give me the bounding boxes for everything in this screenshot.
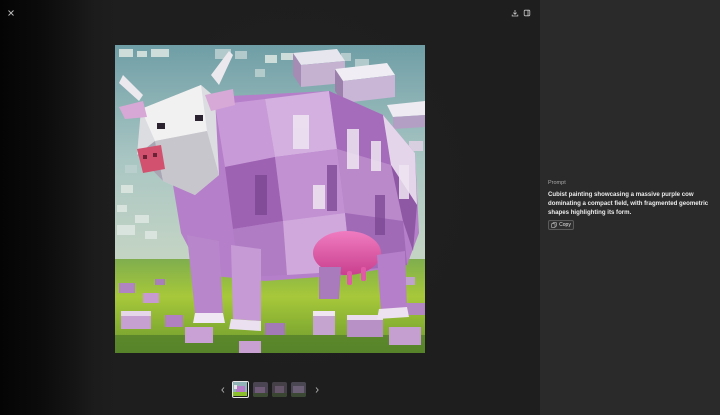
image-viewer: [0, 0, 540, 415]
previous-image-button[interactable]: [216, 383, 230, 397]
thumbnail-image: [253, 382, 268, 397]
thumbnail-3[interactable]: [272, 382, 287, 397]
thumbnail-image: [272, 382, 287, 397]
panel-toggle-button[interactable]: [520, 6, 534, 20]
thumbnail-image: [291, 382, 306, 397]
next-image-button[interactable]: [310, 383, 324, 397]
close-button[interactable]: [4, 6, 18, 20]
details-panel: Prompt Cubist painting showcasing a mass…: [540, 0, 720, 415]
prompt-text: Cubist painting showcasing a massive pur…: [548, 191, 709, 216]
thumbnail-2[interactable]: [253, 382, 268, 397]
chevron-left-icon: [221, 387, 225, 393]
thumbnail-1[interactable]: [232, 381, 249, 398]
generated-image: [115, 45, 425, 353]
close-icon: [8, 10, 14, 16]
copy-icon: [551, 222, 557, 228]
download-icon: [511, 10, 519, 17]
prompt-label: Prompt: [548, 180, 566, 186]
copy-button[interactable]: Copy: [548, 220, 574, 230]
copy-button-label: Copy: [559, 222, 571, 228]
chevron-right-icon: [315, 387, 319, 393]
panel-toggle-icon: [523, 9, 531, 17]
thumbnail-image: [233, 382, 247, 396]
thumbnail-4[interactable]: [291, 382, 306, 397]
cubist-cow-image: [115, 45, 425, 353]
